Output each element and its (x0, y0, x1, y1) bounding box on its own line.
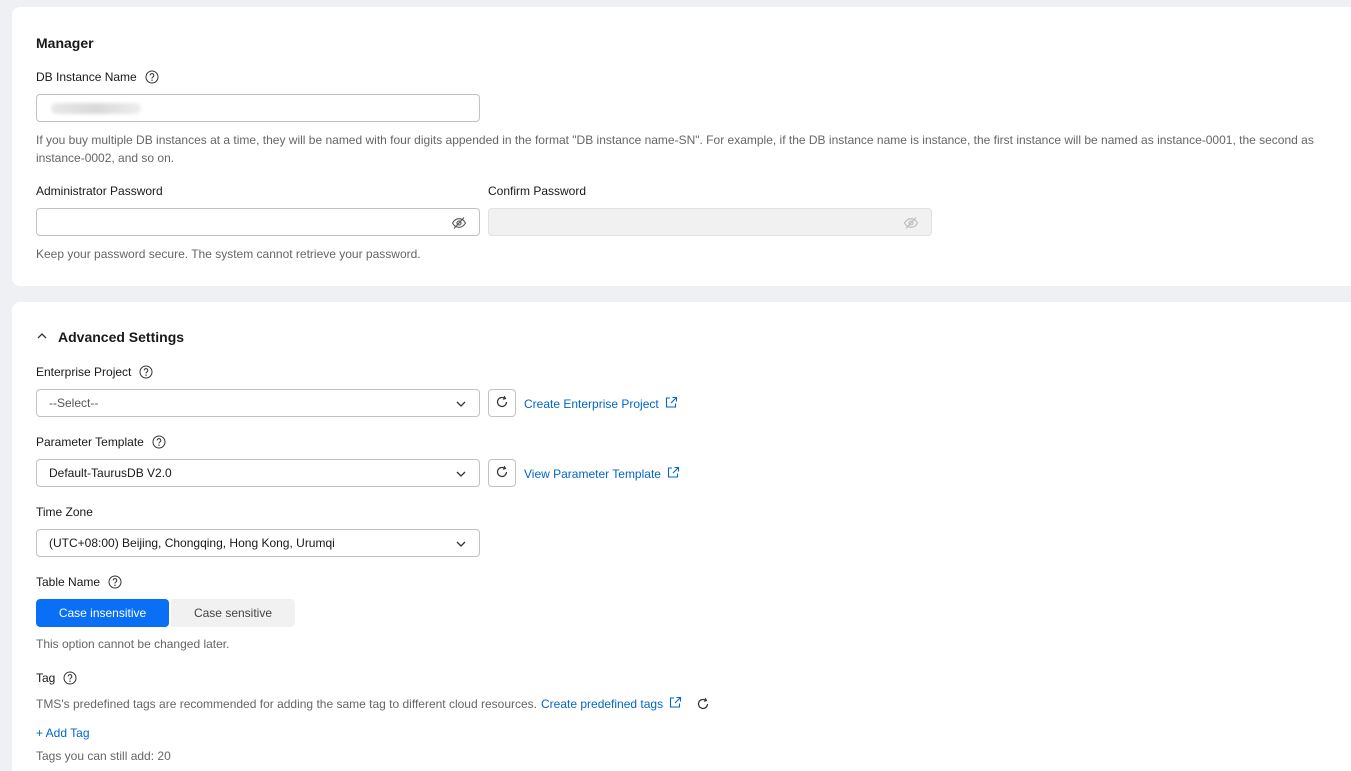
refresh-tags-icon[interactable] (696, 697, 710, 711)
parameter-template-label: Parameter Template (36, 435, 166, 449)
parameter-template-select[interactable]: Default-TaurusDB V2.0 (36, 459, 480, 487)
create-enterprise-project-link-text: Create Enterprise Project (524, 397, 659, 411)
manager-card: Manager DB Instance Name If you buy mult… (12, 7, 1351, 286)
refresh-icon (495, 465, 509, 482)
tags-remaining-text: Tags you can still add: 20 (36, 749, 171, 763)
db-instance-name-input[interactable] (36, 94, 480, 122)
db-instance-name-hint: If you buy multiple DB instances at a ti… (36, 133, 1314, 165)
table-name-segmented-control: Case insensitive Case sensitive (36, 599, 295, 627)
enterprise-project-label-text: Enterprise Project (36, 365, 132, 379)
parameter-template-label-text: Parameter Template (36, 435, 144, 449)
tag-label: Tag (36, 671, 77, 685)
view-parameter-template-link[interactable]: View Parameter Template (524, 466, 680, 482)
table-name-label-text: Table Name (36, 575, 101, 589)
case-sensitive-option[interactable]: Case sensitive (171, 599, 295, 627)
enterprise-project-value: --Select-- (49, 396, 99, 410)
time-zone-value: (UTC+08:00) Beijing, Chongqing, Hong Kon… (49, 536, 335, 550)
chevron-down-icon (455, 538, 467, 550)
external-link-icon (665, 396, 678, 412)
enterprise-project-label: Enterprise Project (36, 365, 153, 379)
create-enterprise-project-link[interactable]: Create Enterprise Project (524, 396, 678, 412)
external-link-icon (667, 466, 680, 482)
table-name-hint: This option cannot be changed later. (36, 637, 230, 651)
view-parameter-template-link-text: View Parameter Template (524, 467, 661, 481)
admin-password-label: Administrator Password (36, 184, 163, 198)
db-instance-name-label-text: DB Instance Name (36, 70, 137, 84)
advanced-settings-title: Advanced Settings (58, 329, 185, 345)
enterprise-project-select[interactable]: --Select-- (36, 389, 480, 417)
table-name-label: Table Name (36, 575, 122, 589)
chevron-up-icon (36, 329, 48, 345)
chevron-down-icon (455, 468, 467, 480)
tag-hint-row: TMS's predefined tags are recommended fo… (36, 695, 710, 713)
tag-hint: TMS's predefined tags are recommended fo… (36, 697, 538, 711)
help-icon[interactable] (152, 435, 166, 449)
time-zone-select[interactable]: (UTC+08:00) Beijing, Chongqing, Hong Kon… (36, 529, 480, 557)
eye-off-icon[interactable] (451, 216, 467, 230)
advanced-settings-card: Advanced Settings Enterprise Project --S… (12, 302, 1351, 771)
password-hint: Keep your password secure. The system ca… (36, 247, 421, 261)
add-tag-link[interactable]: + Add Tag (36, 726, 90, 740)
eye-off-icon (903, 216, 919, 230)
parameter-template-value: Default-TaurusDB V2.0 (49, 466, 172, 480)
refresh-enterprise-project-button[interactable] (488, 389, 516, 417)
chevron-down-icon (455, 398, 467, 410)
help-icon[interactable] (108, 575, 122, 589)
create-predefined-tags-link[interactable]: Create predefined tags (541, 696, 682, 712)
refresh-icon (495, 395, 509, 412)
confirm-password-label: Confirm Password (488, 184, 587, 198)
create-predefined-tags-link-text: Create predefined tags (541, 697, 664, 711)
time-zone-label: Time Zone (36, 505, 93, 519)
help-icon[interactable] (145, 70, 159, 84)
tag-label-text: Tag (36, 671, 56, 685)
help-icon[interactable] (139, 365, 153, 379)
refresh-parameter-template-button[interactable] (488, 459, 516, 487)
manager-section-title: Manager (36, 35, 94, 51)
external-link-icon (669, 696, 682, 712)
confirm-password-input[interactable] (488, 208, 932, 236)
case-insensitive-option[interactable]: Case insensitive (36, 599, 169, 627)
advanced-settings-toggle[interactable]: Advanced Settings (36, 329, 184, 345)
admin-password-input[interactable] (36, 208, 480, 236)
help-icon[interactable] (63, 671, 77, 685)
blurred-instance-name (51, 103, 141, 114)
db-instance-name-label: DB Instance Name (36, 70, 159, 84)
